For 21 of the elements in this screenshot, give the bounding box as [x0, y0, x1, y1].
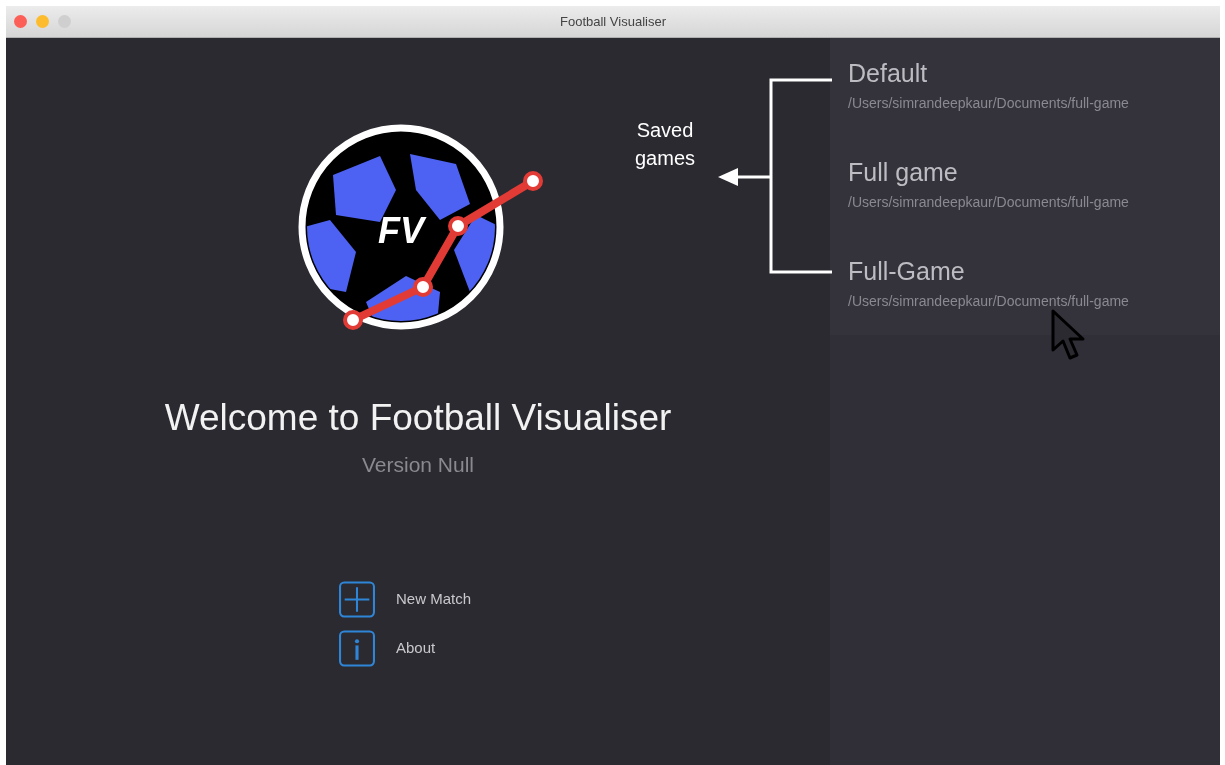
game-path: /Users/simrandeepkaur/Documents/full-game — [848, 193, 1130, 213]
info-icon — [338, 629, 376, 667]
cursor-icon — [1050, 308, 1086, 362]
game-name: Default — [848, 58, 929, 89]
menu-action[interactable]: New Match — [338, 580, 472, 618]
window-title: Football Visualiser — [560, 12, 666, 31]
annotation-label: Saved games — [634, 118, 696, 171]
saved-game-item[interactable]: Full game /Users/simrandeepkaur/Documents/full-game — [830, 137, 1220, 236]
minimize-button[interactable] — [36, 15, 49, 28]
menu-action[interactable]: About — [338, 629, 472, 667]
game-path: /Users/simrandeepkaur/Documents/full-game — [848, 94, 1130, 114]
game-path: /Users/simrandeepkaur/Documents/full-game — [848, 292, 1130, 312]
welcome-heading: Welcome to Football Visualiser — [164, 396, 672, 440]
game-name: Full game — [848, 157, 959, 188]
game-name: Full-Game — [848, 256, 966, 287]
saved-game-item[interactable]: Default /Users/simrandeepkaur/Documents/full-game — [830, 38, 1220, 137]
zoom-button[interactable] — [58, 15, 71, 28]
saved-game-item[interactable]: Full-Game /Users/simrandeepkaur/Documents/full-game — [830, 236, 1220, 335]
plus-icon — [338, 580, 376, 618]
version-text: Version Null — [361, 452, 475, 479]
close-button[interactable] — [14, 15, 27, 28]
